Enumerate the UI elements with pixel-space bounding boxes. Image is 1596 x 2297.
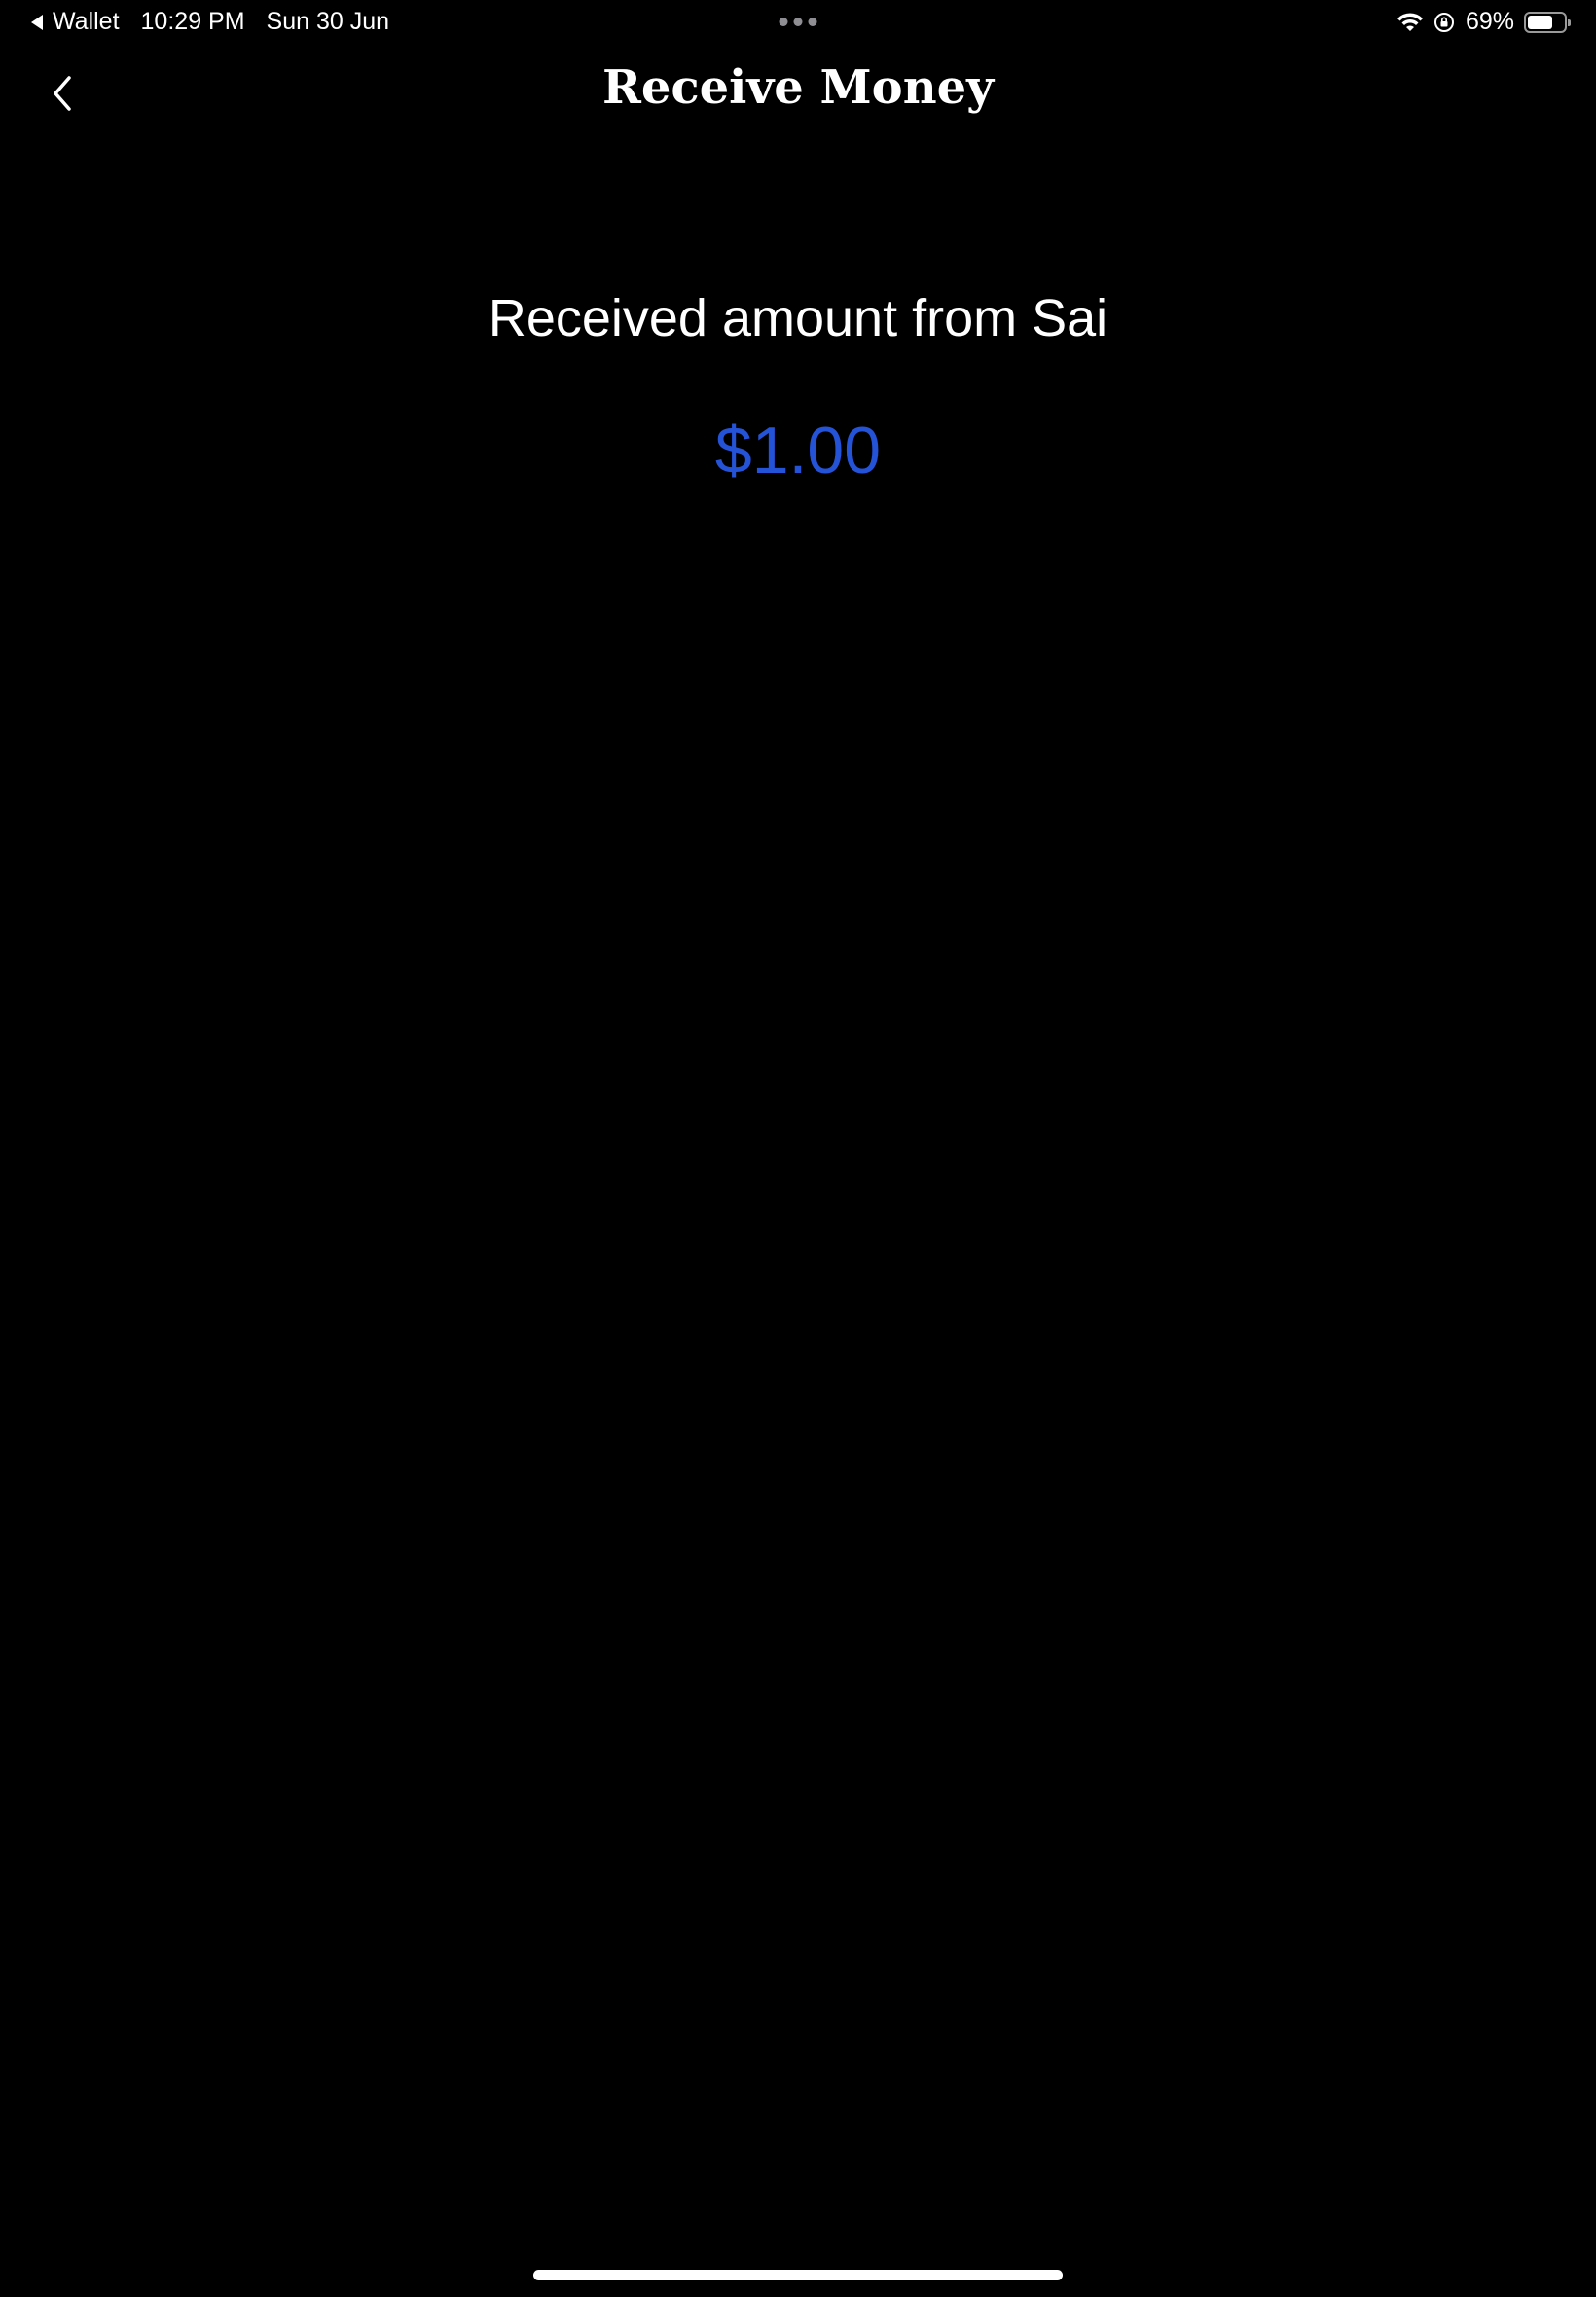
received-amount: $1.00 — [714, 414, 882, 488]
status-right: 69% — [1396, 8, 1571, 36]
received-from-label: Received amount from Sai — [488, 289, 1108, 347]
status-date: Sun 30 Jun — [266, 8, 390, 35]
rotation-lock-icon — [1433, 12, 1454, 32]
status-time: 10:29 PM — [140, 8, 245, 35]
status-bar: Wallet 10:29 PM Sun 30 Jun 69% — [0, 0, 1596, 47]
battery-icon — [1524, 11, 1571, 33]
back-to-app-icon[interactable] — [31, 14, 43, 30]
back-to-app-label[interactable]: Wallet — [53, 8, 120, 36]
battery-level-fill — [1528, 15, 1552, 29]
wifi-icon — [1396, 12, 1423, 31]
battery-percentage: 69% — [1465, 8, 1514, 35]
status-left[interactable]: Wallet 10:29 PM Sun 30 Jun — [31, 8, 389, 36]
home-indicator[interactable] — [533, 2270, 1063, 2280]
page-title: Receive Money — [601, 60, 995, 115]
multitasking-dots-icon[interactable] — [779, 18, 817, 26]
